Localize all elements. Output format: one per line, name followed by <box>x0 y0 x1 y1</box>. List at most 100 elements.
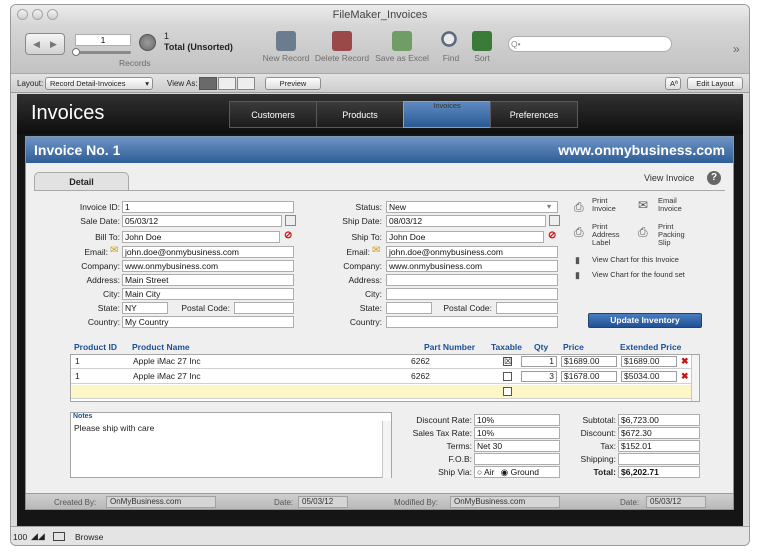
notes-scrollbar[interactable] <box>382 421 391 478</box>
bar-chart-icon[interactable]: ▮ <box>575 270 580 280</box>
calendar-icon[interactable] <box>549 215 560 226</box>
text-format-button[interactable]: Aª <box>665 77 681 90</box>
tab-preferences[interactable]: Preferences <box>490 101 578 128</box>
tab-invoices[interactable]: Invoices <box>403 101 491 128</box>
ship-postal-code-field[interactable] <box>496 302 558 314</box>
toggle-toolbar-icon[interactable] <box>53 532 65 541</box>
ship-to-field[interactable]: John Doe <box>386 231 544 243</box>
state-field[interactable]: NY <box>122 302 168 314</box>
part-number-cell[interactable]: 6262 <box>409 371 495 383</box>
record-number-input[interactable]: 1 <box>75 34 131 46</box>
radio-air[interactable]: ○ Air <box>477 467 494 477</box>
zoom-controls-icon[interactable]: ◢◢ <box>31 531 45 542</box>
email-compose-icon[interactable]: ✉ <box>372 246 380 256</box>
record-slider-thumb[interactable] <box>72 48 80 56</box>
fob-field[interactable] <box>474 453 560 465</box>
ship-company-field[interactable]: www.onmybusiness.com <box>386 260 558 272</box>
view-chart-found-set-link[interactable]: View Chart for the found set <box>592 271 685 279</box>
envelope-icon[interactable]: ✉ <box>638 199 648 211</box>
preview-button[interactable]: Preview <box>265 77 321 90</box>
print-invoice-button[interactable]: Print Invoice <box>592 197 616 213</box>
product-id-cell[interactable] <box>73 386 129 398</box>
close-window-button[interactable] <box>17 9 28 20</box>
sort-button[interactable]: Sort <box>451 31 513 63</box>
price-cell[interactable]: $1689.00 <box>561 356 617 367</box>
city-field[interactable]: Main City <box>122 288 294 300</box>
product-name-cell[interactable]: Apple iMac 27 Inc <box>131 371 407 383</box>
ship-email-field[interactable]: john.doe@onmybusiness.com <box>386 246 558 258</box>
taxable-checkbox[interactable] <box>503 372 512 381</box>
next-record-icon[interactable]: ▶ <box>50 39 57 50</box>
ship-address-field[interactable] <box>386 274 558 286</box>
help-icon[interactable]: ? <box>707 171 721 185</box>
product-id-cell[interactable]: 1 <box>73 356 129 368</box>
discount-rate-field[interactable]: 10% <box>474 414 560 426</box>
bill-to-field[interactable]: John Doe <box>122 231 280 243</box>
qty-cell[interactable]: 3 <box>521 371 557 382</box>
invoice-id-field[interactable]: 1 <box>122 201 294 213</box>
view-invoice-link[interactable]: View Invoice <box>644 173 694 183</box>
part-number-cell[interactable]: 6262 <box>409 356 495 368</box>
product-id-cell[interactable]: 1 <box>73 371 129 383</box>
printer-icon[interactable]: ⎙ <box>574 226 584 238</box>
sale-date-field[interactable]: 05/03/12 <box>122 215 282 227</box>
table-row[interactable]: 1 Apple iMac 27 Inc 6262 ☒ 1 $1689.00 $1… <box>71 355 693 369</box>
address-field[interactable]: Main Street <box>122 274 294 286</box>
ship-country-field[interactable] <box>386 316 558 328</box>
email-invoice-button[interactable]: Email Invoice <box>658 197 682 213</box>
chevron-down-icon[interactable]: ▾ <box>547 202 551 212</box>
zoom-window-button[interactable] <box>47 9 58 20</box>
printer-icon[interactable]: ⎙ <box>574 201 584 213</box>
print-packing-slip-button[interactable]: Print Packing Slip <box>658 223 685 247</box>
new-record-button[interactable]: New Record <box>255 31 317 63</box>
postal-code-field[interactable] <box>234 302 294 314</box>
shipping-field[interactable] <box>618 453 700 465</box>
country-field[interactable]: My Country <box>122 316 294 328</box>
table-row-new[interactable] <box>71 385 693 399</box>
view-form-button[interactable] <box>199 77 217 90</box>
notes-field[interactable]: Please ship with care <box>74 423 154 433</box>
tab-detail[interactable]: Detail <box>34 172 129 191</box>
qty-cell[interactable]: 1 <box>521 356 557 367</box>
taxable-checkbox[interactable]: ☒ <box>503 357 512 366</box>
notes-box[interactable]: Notes Please ship with care <box>70 412 392 478</box>
layout-select[interactable]: Record Detail-Invoices ▾ <box>45 77 153 90</box>
view-list-button[interactable] <box>218 77 236 90</box>
taxable-checkbox[interactable] <box>503 387 512 396</box>
zoom-level[interactable]: 100 <box>13 532 27 542</box>
sales-tax-rate-field[interactable]: 10% <box>474 427 560 439</box>
print-address-label-button[interactable]: Print Address Label <box>592 223 620 247</box>
view-chart-invoice-link[interactable]: View Chart for this Invoice <box>592 256 679 264</box>
ship-date-field[interactable]: 08/03/12 <box>386 215 546 227</box>
ship-city-field[interactable] <box>386 288 558 300</box>
tab-customers[interactable]: Customers <box>229 101 317 128</box>
toolbar-overflow-icon[interactable]: » <box>733 42 740 56</box>
record-slider[interactable] <box>75 51 131 54</box>
company-field[interactable]: www.onmybusiness.com <box>122 260 294 272</box>
quick-find-input[interactable]: Q• <box>508 36 672 52</box>
ship-state-field[interactable] <box>386 302 432 314</box>
portal-scrollbar[interactable] <box>691 355 699 401</box>
product-name-cell[interactable]: Apple iMac 27 Inc <box>131 356 407 368</box>
clear-ship-to-icon[interactable]: ⊘ <box>548 231 556 241</box>
clear-bill-to-icon[interactable]: ⊘ <box>284 231 292 241</box>
update-inventory-button[interactable]: Update Inventory <box>588 313 702 328</box>
tab-products[interactable]: Products <box>316 101 404 128</box>
email-field[interactable]: john.doe@onmybusiness.com <box>122 246 294 258</box>
email-compose-icon[interactable]: ✉ <box>110 246 118 256</box>
printer-icon[interactable]: ⎙ <box>638 226 648 238</box>
prev-record-icon[interactable]: ◀ <box>33 39 40 50</box>
delete-row-icon[interactable]: ✖ <box>681 371 689 382</box>
bar-chart-icon[interactable]: ▮ <box>575 255 580 265</box>
minimize-window-button[interactable] <box>32 9 43 20</box>
radio-ground[interactable]: ◉ Ground <box>501 467 539 477</box>
delete-record-button[interactable]: Delete Record <box>311 31 373 63</box>
table-row[interactable]: 1 Apple iMac 27 Inc 6262 3 $1678.00 $503… <box>71 370 693 384</box>
price-cell[interactable]: $1678.00 <box>561 371 617 382</box>
calendar-icon[interactable] <box>285 215 296 226</box>
status-select[interactable]: New <box>386 201 558 213</box>
terms-field[interactable]: Net 30 <box>474 440 560 452</box>
view-table-button[interactable] <box>237 77 255 90</box>
ship-via-field[interactable]: ○ Air ◉ Ground <box>474 466 560 478</box>
delete-row-icon[interactable]: ✖ <box>681 356 689 367</box>
